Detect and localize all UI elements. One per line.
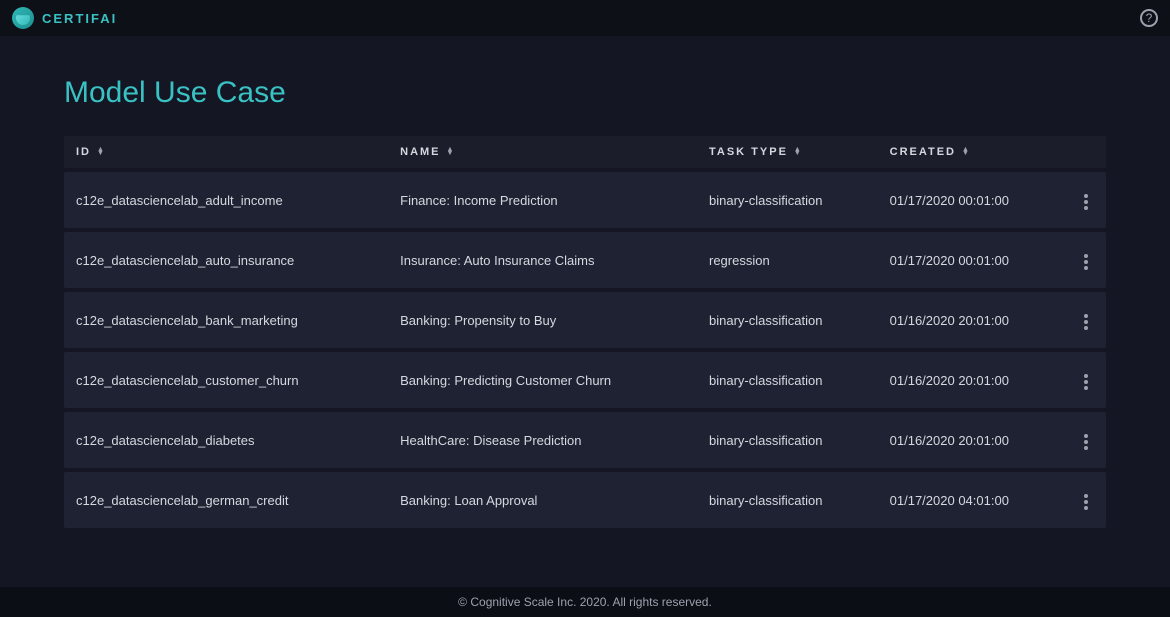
cell-created: 01/16/2020 20:01:00 xyxy=(878,352,1066,408)
column-header-created[interactable]: CREATED ▲▼ xyxy=(878,136,1066,168)
cell-id: c12e_datasciencelab_bank_marketing xyxy=(64,292,388,348)
footer: © Cognitive Scale Inc. 2020. All rights … xyxy=(0,587,1170,617)
brand-logo-icon xyxy=(12,7,34,29)
more-vertical-icon[interactable] xyxy=(1080,370,1092,394)
cell-task: regression xyxy=(697,232,878,288)
column-header-task[interactable]: TASK TYPE ▲▼ xyxy=(697,136,878,168)
top-bar: CERTIFAI ? xyxy=(0,0,1170,36)
brand[interactable]: CERTIFAI xyxy=(12,7,117,29)
help-icon[interactable]: ? xyxy=(1140,9,1158,27)
more-vertical-icon[interactable] xyxy=(1080,310,1092,334)
cell-task: binary-classification xyxy=(697,472,878,528)
cell-created: 01/16/2020 20:01:00 xyxy=(878,292,1066,348)
cell-id: c12e_datasciencelab_german_credit xyxy=(64,472,388,528)
cell-created: 01/17/2020 04:01:00 xyxy=(878,472,1066,528)
cell-name: Banking: Loan Approval xyxy=(388,472,697,528)
cell-id: c12e_datasciencelab_customer_churn xyxy=(64,352,388,408)
column-header-name-label: NAME xyxy=(400,146,440,158)
cell-id: c12e_datasciencelab_adult_income xyxy=(64,172,388,228)
column-header-task-label: TASK TYPE xyxy=(709,146,788,158)
cell-name: Insurance: Auto Insurance Claims xyxy=(388,232,697,288)
column-header-name[interactable]: NAME ▲▼ xyxy=(388,136,697,168)
table-row[interactable]: c12e_datasciencelab_bank_marketingBankin… xyxy=(64,292,1106,348)
more-vertical-icon[interactable] xyxy=(1080,490,1092,514)
cell-name: HealthCare: Disease Prediction xyxy=(388,412,697,468)
page-title: Model Use Case xyxy=(64,76,1106,110)
cell-actions xyxy=(1066,412,1106,468)
cell-task: binary-classification xyxy=(697,172,878,228)
brand-name: CERTIFAI xyxy=(42,11,117,26)
cell-task: binary-classification xyxy=(697,292,878,348)
column-header-id-label: ID xyxy=(76,146,91,158)
table-row[interactable]: c12e_datasciencelab_german_creditBanking… xyxy=(64,472,1106,528)
cell-actions xyxy=(1066,232,1106,288)
sort-icon: ▲▼ xyxy=(447,148,456,156)
table-row[interactable]: c12e_datasciencelab_diabetesHealthCare: … xyxy=(64,412,1106,468)
main-content: Model Use Case ID ▲▼ NAME ▲▼ xyxy=(0,36,1170,587)
column-header-created-label: CREATED xyxy=(890,146,956,158)
column-header-id[interactable]: ID ▲▼ xyxy=(64,136,388,168)
column-header-actions xyxy=(1066,136,1106,168)
use-case-table: ID ▲▼ NAME ▲▼ TASK TYPE ▲▼ xyxy=(64,132,1106,532)
cell-task: binary-classification xyxy=(697,412,878,468)
table-header-row: ID ▲▼ NAME ▲▼ TASK TYPE ▲▼ xyxy=(64,136,1106,168)
cell-actions xyxy=(1066,472,1106,528)
help-glyph: ? xyxy=(1146,11,1153,25)
more-vertical-icon[interactable] xyxy=(1080,190,1092,214)
cell-id: c12e_datasciencelab_diabetes xyxy=(64,412,388,468)
cell-created: 01/16/2020 20:01:00 xyxy=(878,412,1066,468)
cell-name: Finance: Income Prediction xyxy=(388,172,697,228)
cell-created: 01/17/2020 00:01:00 xyxy=(878,172,1066,228)
cell-name: Banking: Predicting Customer Churn xyxy=(388,352,697,408)
more-vertical-icon[interactable] xyxy=(1080,250,1092,274)
sort-icon: ▲▼ xyxy=(97,148,106,156)
cell-task: binary-classification xyxy=(697,352,878,408)
table-row[interactable]: c12e_datasciencelab_customer_churnBankin… xyxy=(64,352,1106,408)
footer-text: © Cognitive Scale Inc. 2020. All rights … xyxy=(458,595,712,609)
cell-actions xyxy=(1066,292,1106,348)
table-row[interactable]: c12e_datasciencelab_adult_incomeFinance:… xyxy=(64,172,1106,228)
cell-actions xyxy=(1066,352,1106,408)
cell-actions xyxy=(1066,172,1106,228)
table-row[interactable]: c12e_datasciencelab_auto_insuranceInsura… xyxy=(64,232,1106,288)
sort-icon: ▲▼ xyxy=(962,148,971,156)
cell-id: c12e_datasciencelab_auto_insurance xyxy=(64,232,388,288)
sort-icon: ▲▼ xyxy=(794,148,803,156)
cell-name: Banking: Propensity to Buy xyxy=(388,292,697,348)
cell-created: 01/17/2020 00:01:00 xyxy=(878,232,1066,288)
more-vertical-icon[interactable] xyxy=(1080,430,1092,454)
